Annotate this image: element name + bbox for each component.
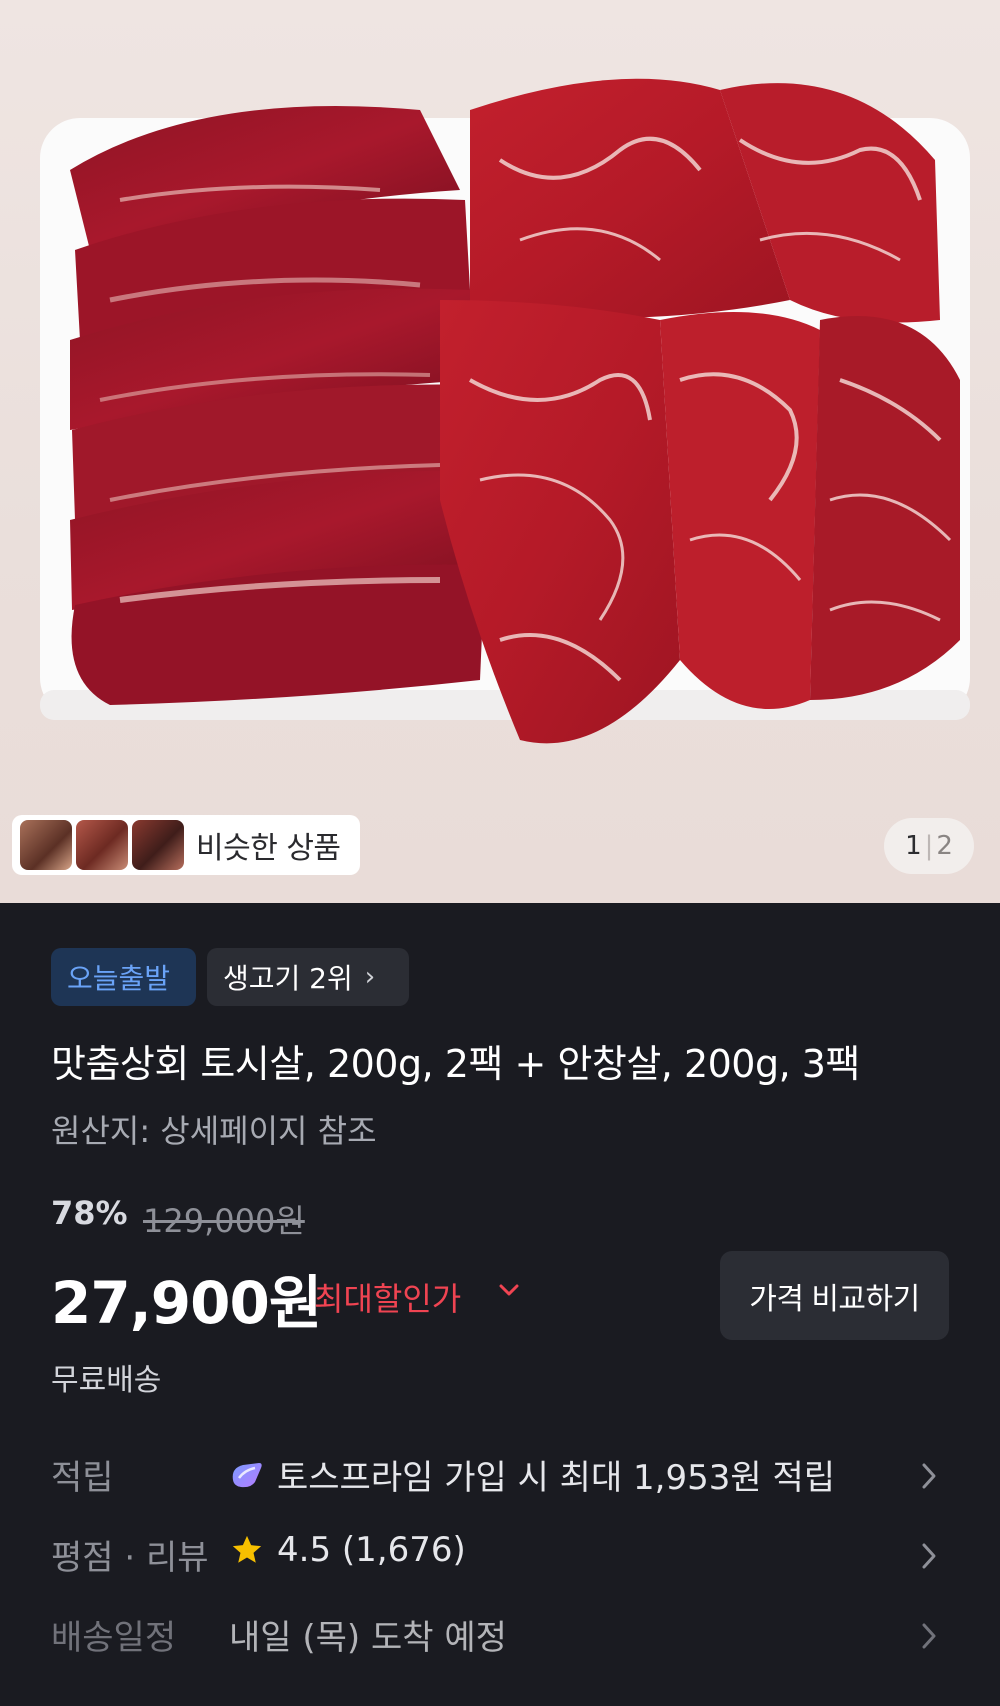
ranking-badge[interactable]: 생고기 2위 ›	[207, 948, 409, 1006]
rating-label: 평점 · 리뷰	[51, 1538, 209, 1578]
similar-thumbnail	[76, 820, 128, 870]
product-origin: 원산지: 상세페이지 참조	[51, 1112, 377, 1150]
points-label: 적립	[51, 1458, 114, 1498]
pager-separator: |	[924, 831, 934, 861]
points-value: 토스프라임 가입 시 최대 1,953원 적립	[277, 1458, 836, 1498]
chevron-right-icon	[922, 1543, 936, 1569]
product-image[interactable]: 비슷한 상품 1 | 2	[0, 0, 1000, 903]
delivery-label: 배송일정	[51, 1618, 177, 1658]
original-price: 129,000원	[143, 1202, 305, 1240]
compare-price-button[interactable]: 가격 비교하기	[720, 1251, 949, 1340]
points-value-wrap: 토스프라임 가입 시 최대 1,953원 적립	[229, 1450, 835, 1499]
similar-products-label: 비슷한 상품	[196, 831, 341, 866]
delivery-badge: 오늘출발	[51, 948, 196, 1006]
chevron-right-icon: ›	[364, 962, 376, 992]
rating-value: 4.5 (1,676)	[277, 1530, 466, 1570]
similar-products-button[interactable]: 비슷한 상품	[12, 815, 360, 875]
delivery-value: 내일 (목) 도착 예정	[229, 1618, 507, 1658]
chevron-right-icon	[922, 1463, 936, 1489]
delivery-badge-label: 오늘출발	[67, 962, 171, 995]
sale-price: 27,900원	[51, 1269, 322, 1337]
meat-tray-illustration	[40, 78, 970, 744]
similar-thumbnail	[20, 820, 72, 870]
chevron-down-icon[interactable]	[498, 1282, 520, 1298]
rating-value-wrap: 4.5 (1,676)	[229, 1530, 466, 1570]
rating-row[interactable]: 평점 · 리뷰 4.5 (1,676)	[0, 1530, 1000, 1590]
image-pager: 1 | 2	[884, 818, 974, 874]
pager-current: 1	[905, 831, 922, 861]
points-row[interactable]: 적립 토스프라임 가입 시 최대 1,953원 적립	[0, 1450, 1000, 1510]
chevron-right-icon	[922, 1623, 936, 1649]
pager-total: 2	[936, 831, 953, 861]
similar-thumbnail	[132, 820, 184, 870]
ranking-badge-label: 생고기 2위	[223, 962, 353, 995]
toss-prime-icon	[232, 1462, 262, 1487]
delivery-row[interactable]: 배송일정 내일 (목) 도착 예정	[0, 1610, 1000, 1670]
max-discount-label[interactable]: 최대할인가	[314, 1274, 461, 1320]
product-title: 맛춤상회 토시살, 200g, 2팩 + 안창살, 200g, 3팩	[51, 1042, 860, 1086]
star-icon	[232, 1535, 262, 1563]
shipping-info: 무료배송	[51, 1363, 162, 1398]
discount-rate: 78%	[51, 1194, 128, 1232]
